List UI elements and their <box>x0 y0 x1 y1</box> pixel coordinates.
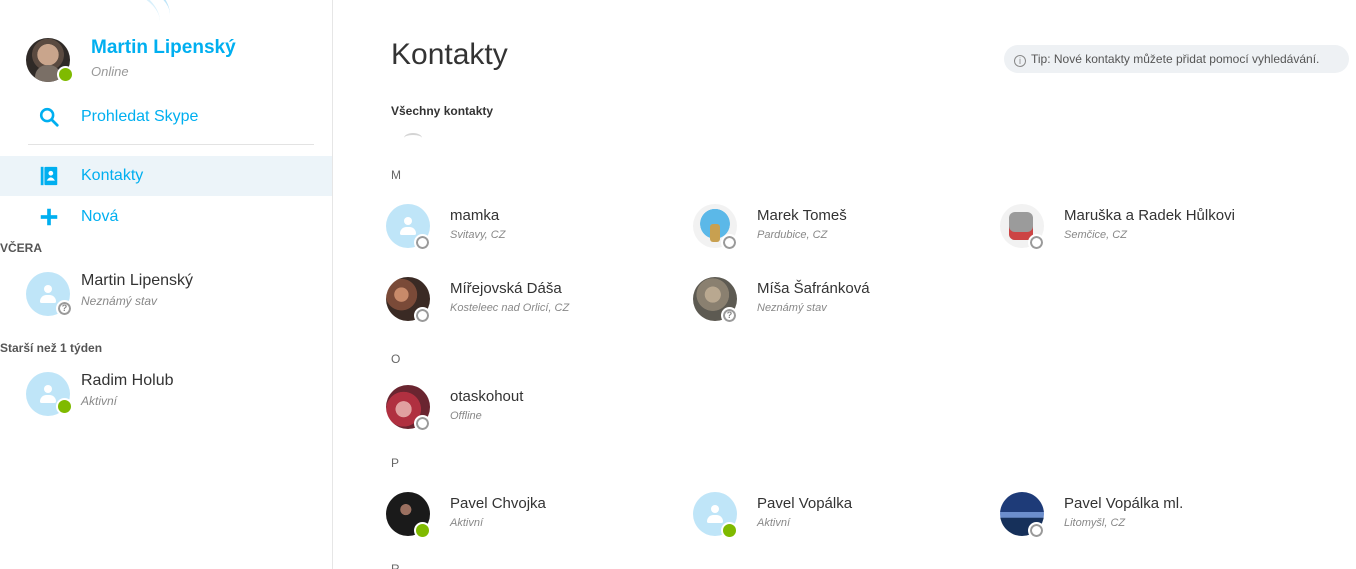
plus-icon <box>40 208 58 226</box>
profile-mood[interactable]: Online <box>91 64 129 79</box>
recent-conversation-item[interactable]: ? Martin Lipenský Neznámý stav <box>26 270 326 320</box>
contact-location: Offline <box>450 410 482 422</box>
contact-name: Míša Šafránková <box>757 280 870 297</box>
sidebar-item-label: Nová <box>81 208 119 225</box>
search-icon <box>39 107 59 127</box>
contact-name: Marek Tomeš <box>757 207 847 224</box>
contact-location: Pardubice, CZ <box>757 229 828 241</box>
recent-status: Aktivní <box>81 394 118 408</box>
contact-name: Pavel Chvojka <box>450 495 546 512</box>
tip-text: Tip: Nové kontakty můžete přidat pomocí … <box>1031 52 1320 66</box>
profile-card[interactable]: Martin Lipenský Online <box>26 30 326 86</box>
profile-name[interactable]: Martin Lipenský <box>91 37 236 59</box>
contact-name: Pavel Vopálka ml. <box>1064 495 1184 512</box>
all-contacts-header: Všechny kontakty <box>391 104 494 118</box>
contact-item[interactable]: Mířejovská Dáša Kosteleec nad Orlicí, CZ <box>386 277 686 327</box>
presence-offline-icon <box>1028 234 1045 251</box>
new-conversation-button[interactable]: Nová <box>0 197 332 237</box>
contact-name: otaskohout <box>450 388 524 405</box>
presence-offline-icon <box>721 234 738 251</box>
presence-offline-icon <box>414 415 431 432</box>
section-letter: P <box>391 456 400 470</box>
search-skype-button[interactable]: Prohledat Skype <box>0 97 332 137</box>
contacts-panel: Kontakty i Tip: Nové kontakty můžete přid… <box>334 0 1356 569</box>
contact-location: Aktivní <box>757 517 791 529</box>
section-letter: M <box>391 168 401 182</box>
contact-location: Svitavy, CZ <box>450 229 506 241</box>
sidebar-item-label: Kontakty <box>81 167 144 184</box>
contact-item[interactable]: otaskohout Offline <box>386 385 686 435</box>
section-letter: O <box>391 352 401 366</box>
sidebar-item-contacts[interactable]: Kontakty <box>0 156 332 196</box>
contact-item[interactable]: ? Míša Šafránková Neznámý stav <box>693 277 993 327</box>
contact-location: Semčice, CZ <box>1064 229 1127 241</box>
contact-location: Kosteleec nad Orlicí, CZ <box>450 302 570 314</box>
recent-group-header: Starší než 1 týden <box>0 341 103 355</box>
info-icon: i <box>1014 55 1026 67</box>
presence-online-icon <box>56 398 73 415</box>
default-person-icon <box>397 215 419 237</box>
default-person-icon <box>37 283 59 305</box>
contact-item[interactable]: Pavel Chvojka Aktivní <box>386 492 686 542</box>
contact-item[interactable]: Maruška a Radek Hůlkovi Semčice, CZ <box>1000 204 1300 254</box>
contact-item[interactable]: Pavel Vopálka Aktivní <box>693 492 993 542</box>
sidebar: Martin Lipenský Online Prohledat Skype K… <box>0 0 333 569</box>
recent-status: Neznámý stav <box>81 294 158 308</box>
presence-unknown-icon: ? <box>721 307 738 324</box>
tip-banner: i Tip: Nové kontakty můžete přidat pomocí… <box>1004 45 1349 73</box>
contact-name: mamka <box>450 207 500 224</box>
recent-name: Martin Lipenský <box>81 272 194 289</box>
clipped-contact-avatar <box>404 133 422 143</box>
presence-unknown-icon: ? <box>56 300 73 317</box>
contact-location: Aktivní <box>450 517 484 529</box>
contact-name: Mířejovská Dáša <box>450 280 562 297</box>
contact-name: Maruška a Radek Hůlkovi <box>1064 207 1235 224</box>
contact-location: Litomyšl, CZ <box>1064 517 1126 529</box>
contact-name: Pavel Vopálka <box>757 495 853 512</box>
presence-offline-icon <box>1028 522 1045 539</box>
contact-item[interactable]: Pavel Vopálka ml. Litomyšl, CZ <box>1000 492 1300 542</box>
default-person-icon <box>704 503 726 525</box>
contact-item[interactable]: mamka Svitavy, CZ <box>386 204 686 254</box>
contact-item[interactable]: Marek Tomeš Pardubice, CZ <box>693 204 993 254</box>
page-title: Kontakty <box>391 38 508 71</box>
contacts-book-icon <box>40 166 58 186</box>
presence-online-icon <box>721 522 738 539</box>
presence-online-icon <box>57 66 74 83</box>
presence-offline-icon <box>414 307 431 324</box>
presence-online-icon <box>414 522 431 539</box>
contact-location: Neznámý stav <box>757 302 827 314</box>
recent-group-header: VČERA <box>0 241 43 255</box>
recent-conversation-item[interactable]: Radim Holub Aktivní <box>26 370 326 420</box>
search-skype-label: Prohledat Skype <box>81 108 199 125</box>
sidebar-divider <box>28 144 314 145</box>
default-person-icon <box>37 383 59 405</box>
section-letter: R <box>391 562 400 569</box>
presence-offline-icon <box>414 234 431 251</box>
recent-name: Radim Holub <box>81 372 174 389</box>
